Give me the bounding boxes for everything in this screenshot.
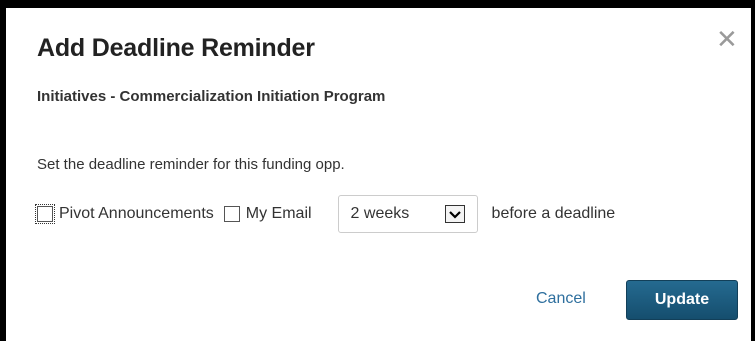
chevron-down-icon[interactable]: [444, 205, 465, 223]
close-icon[interactable]: ✕: [716, 26, 738, 52]
pivot-announcements-checkbox[interactable]: [35, 204, 55, 224]
my-email-label[interactable]: My Email: [246, 205, 312, 223]
dialog-subtitle: Initiatives - Commercialization Initiati…: [37, 88, 386, 105]
reminder-period-select[interactable]: 2 weeks: [337, 195, 478, 233]
before-deadline-text: before a deadline: [491, 205, 616, 222]
reminder-options-row: Pivot Announcements My Email 2 weeks bef…: [35, 194, 616, 234]
reminder-instruction: Set the deadline reminder for this fundi…: [37, 156, 345, 173]
add-deadline-reminder-dialog: Add Deadline Reminder ✕ Initiatives - Co…: [6, 8, 751, 341]
pivot-announcements-label[interactable]: Pivot Announcements: [59, 205, 214, 223]
reminder-period-value: 2 weeks: [350, 205, 410, 222]
my-email-checkbox[interactable]: [223, 206, 240, 222]
cancel-button[interactable]: Cancel: [536, 290, 586, 308]
update-button[interactable]: Update: [626, 280, 738, 320]
dialog-title: Add Deadline Reminder: [37, 34, 315, 62]
